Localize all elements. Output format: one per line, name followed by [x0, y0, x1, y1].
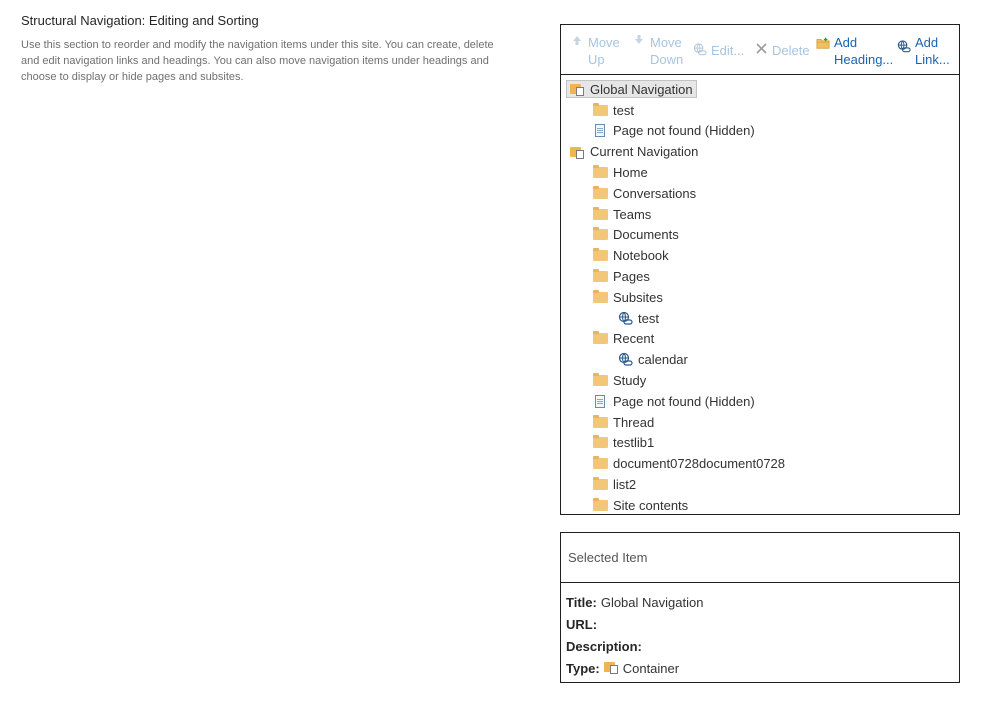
container-icon [569, 144, 585, 160]
folder-icon [592, 373, 608, 389]
folder-icon [592, 435, 608, 451]
description-label: Description: [566, 638, 642, 654]
folder-icon [592, 206, 608, 222]
tree-node-label: calendar [638, 352, 688, 368]
tree-node-label: list2 [613, 477, 637, 493]
edit-label: Edit... [711, 43, 745, 58]
folder-icon [592, 331, 608, 347]
tree-node[interactable]: Documents [561, 225, 959, 246]
tree-node[interactable]: Notebook [561, 245, 959, 266]
folder-icon [592, 185, 608, 201]
link-icon [617, 352, 633, 368]
link-icon [617, 310, 633, 326]
folder-icon [592, 497, 608, 513]
tree-node[interactable]: test [561, 308, 959, 329]
folder-icon [592, 165, 608, 181]
folder-add-icon [816, 36, 830, 50]
folder-icon [592, 248, 608, 264]
tree-node-label: Page not found (Hidden) [613, 393, 755, 409]
tree-node[interactable]: document0728document0728 [561, 453, 959, 474]
tree-node-label: Home [613, 165, 648, 181]
tree-node[interactable]: testlib1 [561, 433, 959, 454]
tree-node[interactable]: calendar [561, 349, 959, 370]
selected-title-row: Title: Global Navigation [566, 591, 959, 613]
tree-node-label: Study [613, 373, 647, 389]
tree-node-global-navigation[interactable]: Global Navigation [561, 79, 959, 100]
tree-node-label: testlib1 [613, 435, 655, 451]
folder-icon [592, 477, 608, 493]
tree-node[interactable]: Conversations [561, 183, 959, 204]
tree-node-label: Notebook [613, 248, 669, 264]
edit-button[interactable]: Edit... [693, 42, 744, 59]
tree-node-label: Thread [613, 414, 655, 430]
link-add-icon [897, 39, 911, 54]
selected-item-panel: Selected Item Title: Global Navigation U… [560, 532, 960, 683]
arrow-up-icon [570, 34, 584, 46]
tree-node[interactable]: Subsites [561, 287, 959, 308]
move-up-label: Move Up [588, 35, 620, 67]
container-icon [603, 660, 623, 677]
section-description: Use this section to reorder and modify t… [21, 39, 494, 83]
selected-description-row: Description: [566, 635, 959, 657]
move-down-label: Move Down [650, 35, 684, 67]
tree-node[interactable]: Page not found (Hidden) [561, 391, 959, 412]
tree-node-label: Teams [613, 206, 652, 222]
url-label: URL: [566, 616, 598, 632]
title-label: Title: [566, 594, 597, 610]
selected-item-header: Selected Item [561, 533, 959, 583]
tree-node-label: Documents [613, 227, 679, 243]
tree-node[interactable]: Page not found (Hidden) [561, 121, 959, 142]
add-link-button[interactable]: Add Link... [897, 34, 950, 68]
type-label: Type: [566, 660, 600, 676]
toolbar: Move Up Move Down Edit... Delete Add Hea… [561, 25, 959, 75]
arrow-down-icon [632, 34, 646, 46]
tree-node-label: Pages [613, 269, 650, 285]
type-value: Container [622, 660, 680, 676]
tree-node-label: Conversations [613, 185, 697, 201]
tree-node[interactable]: test [561, 100, 959, 121]
delete-label: Delete [772, 43, 810, 58]
navigation-tree: Global Navigation test Page not found (H… [561, 75, 959, 516]
tree-node-label: Current Navigation [590, 144, 699, 160]
tree-node-label: Global Navigation [590, 81, 693, 97]
folder-icon [592, 414, 608, 430]
tree-node[interactable]: Home [561, 162, 959, 183]
move-up-button[interactable]: Move Up [570, 34, 620, 68]
tree-node-label: Recent [613, 331, 655, 347]
tree-node-current-navigation[interactable]: Current Navigation [561, 141, 959, 162]
link-edit-icon [693, 42, 707, 57]
selected-type-row: Type: Container [566, 657, 959, 679]
move-down-button[interactable]: Move Down [632, 34, 683, 68]
page-icon [592, 123, 608, 139]
folder-icon [592, 456, 608, 472]
delete-x-icon [754, 42, 768, 55]
title-value: Global Navigation [600, 594, 704, 610]
folder-icon [592, 102, 608, 118]
navigation-editor: Move Up Move Down Edit... Delete Add Hea… [560, 24, 960, 515]
tree-node-label: Subsites [613, 289, 663, 305]
tree-node[interactable]: Pages [561, 266, 959, 287]
tree-node[interactable]: list2 [561, 474, 959, 495]
tree-node[interactable]: Thread [561, 412, 959, 433]
tree-node-label: test [613, 102, 634, 118]
tree-node[interactable]: Site contents [561, 495, 959, 516]
section-title: Structural Navigation: Editing and Sorti… [21, 13, 259, 28]
add-heading-label: Add Heading... [834, 35, 894, 67]
page-icon [592, 393, 608, 409]
add-link-label: Add Link... [915, 35, 950, 67]
tree-node-label: Site contents [613, 497, 689, 513]
tree-node-label: test [638, 310, 659, 326]
delete-button[interactable]: Delete [754, 42, 810, 59]
folder-icon [592, 269, 608, 285]
tree-node[interactable]: Recent [561, 329, 959, 350]
tree-node-label: document0728document0728 [613, 456, 786, 472]
tree-node-label: Page not found (Hidden) [613, 123, 755, 139]
container-icon [569, 81, 585, 97]
tree-node[interactable]: Study [561, 370, 959, 391]
selected-url-row: URL: [566, 613, 959, 635]
folder-icon [592, 289, 608, 305]
add-heading-button[interactable]: Add Heading... [816, 34, 893, 68]
tree-node[interactable]: Teams [561, 204, 959, 225]
folder-icon [592, 227, 608, 243]
